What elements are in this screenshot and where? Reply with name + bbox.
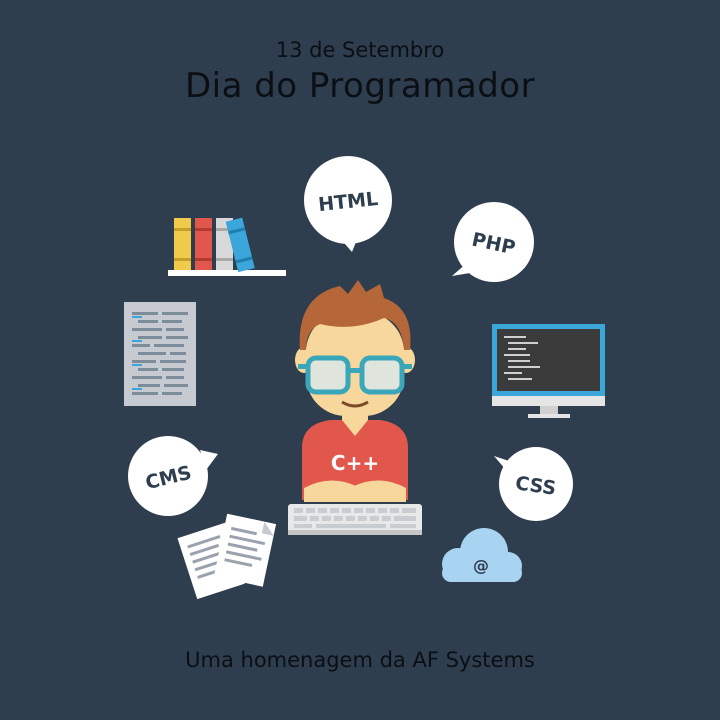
documents-icon (177, 513, 277, 600)
books-icon (168, 217, 286, 276)
css-bubble: CSS (494, 447, 573, 521)
code-document-icon (124, 302, 196, 406)
keyboard-icon (288, 504, 422, 535)
html-bubble: HTML (304, 156, 392, 252)
footer-credit: Uma homenagem da AF Systems (185, 648, 535, 672)
php-bubble: PHP (452, 202, 534, 282)
monitor-icon (492, 324, 605, 418)
cloud-icon: @ (442, 528, 522, 582)
shirt-logo: C++ (331, 451, 379, 475)
illustration: HTML PHP CMS CSS @ C++ (124, 156, 605, 600)
programmer-avatar: C++ (295, 280, 415, 502)
at-symbol: @ (473, 556, 489, 575)
cms-bubble: CMS (128, 436, 218, 516)
